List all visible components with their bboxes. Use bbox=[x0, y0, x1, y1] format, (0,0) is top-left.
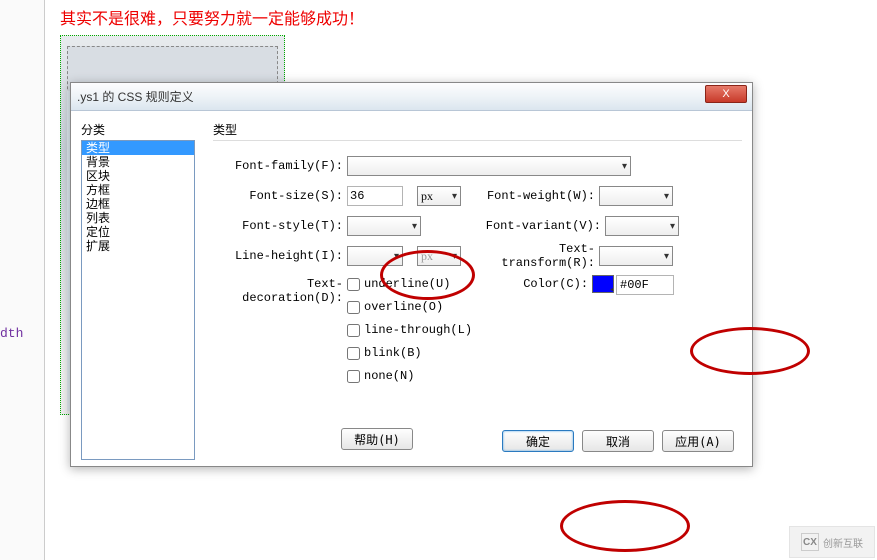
watermark-text: 创新互联 bbox=[823, 535, 863, 550]
font-style-select[interactable] bbox=[347, 216, 421, 236]
blink-checkbox[interactable] bbox=[347, 347, 360, 360]
category-item-list[interactable]: 列表 bbox=[82, 211, 194, 225]
font-family-select[interactable] bbox=[347, 156, 631, 176]
annotation-ellipse-ok bbox=[560, 500, 690, 552]
category-item-extensions[interactable]: 扩展 bbox=[82, 239, 194, 253]
label-line-height: Line-height(I): bbox=[219, 249, 347, 263]
decoration-overline[interactable]: overline(O) bbox=[347, 298, 472, 316]
label-text-transform: Text-transform(R): bbox=[479, 242, 599, 270]
category-item-type[interactable]: 类型 bbox=[82, 141, 194, 155]
linethrough-label: line-through(L) bbox=[364, 323, 472, 337]
line-height-unit-select[interactable]: px bbox=[417, 246, 461, 266]
category-item-background[interactable]: 背景 bbox=[82, 155, 194, 169]
none-label: none(N) bbox=[364, 369, 414, 383]
category-item-block[interactable]: 区块 bbox=[82, 169, 194, 183]
dialog-titlebar[interactable]: .ys1 的 CSS 规则定义 X bbox=[71, 83, 752, 111]
blink-label: blink(B) bbox=[364, 346, 422, 360]
dialog-title: .ys1 的 CSS 规则定义 bbox=[77, 88, 194, 105]
label-text-decoration: Text-decoration(D): bbox=[219, 275, 347, 305]
font-size-input[interactable] bbox=[347, 186, 403, 206]
label-font-weight: Font-weight(W): bbox=[479, 189, 599, 203]
apply-button[interactable]: 应用(A) bbox=[662, 430, 734, 452]
category-item-box[interactable]: 方框 bbox=[82, 183, 194, 197]
category-heading: 分类 bbox=[81, 121, 195, 138]
cancel-button[interactable]: 取消 bbox=[582, 430, 654, 452]
category-item-border[interactable]: 边框 bbox=[82, 197, 194, 211]
label-font-size: Font-size(S): bbox=[219, 189, 347, 203]
page-gutter bbox=[0, 0, 45, 560]
overline-label: overline(O) bbox=[364, 300, 443, 314]
close-button[interactable]: X bbox=[705, 85, 747, 103]
watermark-logo-icon: CX bbox=[801, 533, 819, 551]
label-font-style: Font-style(T): bbox=[219, 219, 347, 233]
decoration-none[interactable]: none(N) bbox=[347, 367, 472, 385]
color-swatch[interactable] bbox=[592, 275, 614, 293]
underline-checkbox[interactable] bbox=[347, 278, 360, 291]
line-height-input[interactable] bbox=[347, 246, 403, 266]
label-color: Color(C): bbox=[490, 275, 592, 291]
decoration-blink[interactable]: blink(B) bbox=[347, 344, 472, 362]
font-weight-select[interactable] bbox=[599, 186, 673, 206]
decoration-underline[interactable]: underline(U) bbox=[347, 275, 472, 293]
ok-button[interactable]: 确定 bbox=[502, 430, 574, 452]
text-transform-select[interactable] bbox=[599, 246, 673, 266]
category-item-positioning[interactable]: 定位 bbox=[82, 225, 194, 239]
linethrough-checkbox[interactable] bbox=[347, 324, 360, 337]
css-rule-dialog: .ys1 的 CSS 规则定义 X 分类 类型 背景 区块 方框 边框 列表 定… bbox=[70, 82, 753, 467]
decoration-linethrough[interactable]: line-through(L) bbox=[347, 321, 472, 339]
watermark: CX 创新互联 bbox=[789, 526, 875, 558]
underline-label: underline(U) bbox=[364, 277, 450, 291]
label-font-variant: Font-variant(V): bbox=[485, 219, 605, 233]
font-variant-select[interactable] bbox=[605, 216, 679, 236]
category-list[interactable]: 类型 背景 区块 方框 边框 列表 定位 扩展 bbox=[81, 140, 195, 460]
page-banner-text: 其实不是很难，只要努力就一定能够成功！ bbox=[60, 5, 364, 29]
font-size-unit-select[interactable]: px bbox=[417, 186, 461, 206]
overline-checkbox[interactable] bbox=[347, 301, 360, 314]
form-heading: 类型 bbox=[213, 121, 742, 138]
none-checkbox[interactable] bbox=[347, 370, 360, 383]
label-font-family: Font-family(F): bbox=[219, 159, 347, 173]
color-input[interactable] bbox=[616, 275, 674, 295]
help-button[interactable]: 帮助(H) bbox=[341, 428, 413, 450]
side-code-label: dth bbox=[0, 326, 23, 341]
